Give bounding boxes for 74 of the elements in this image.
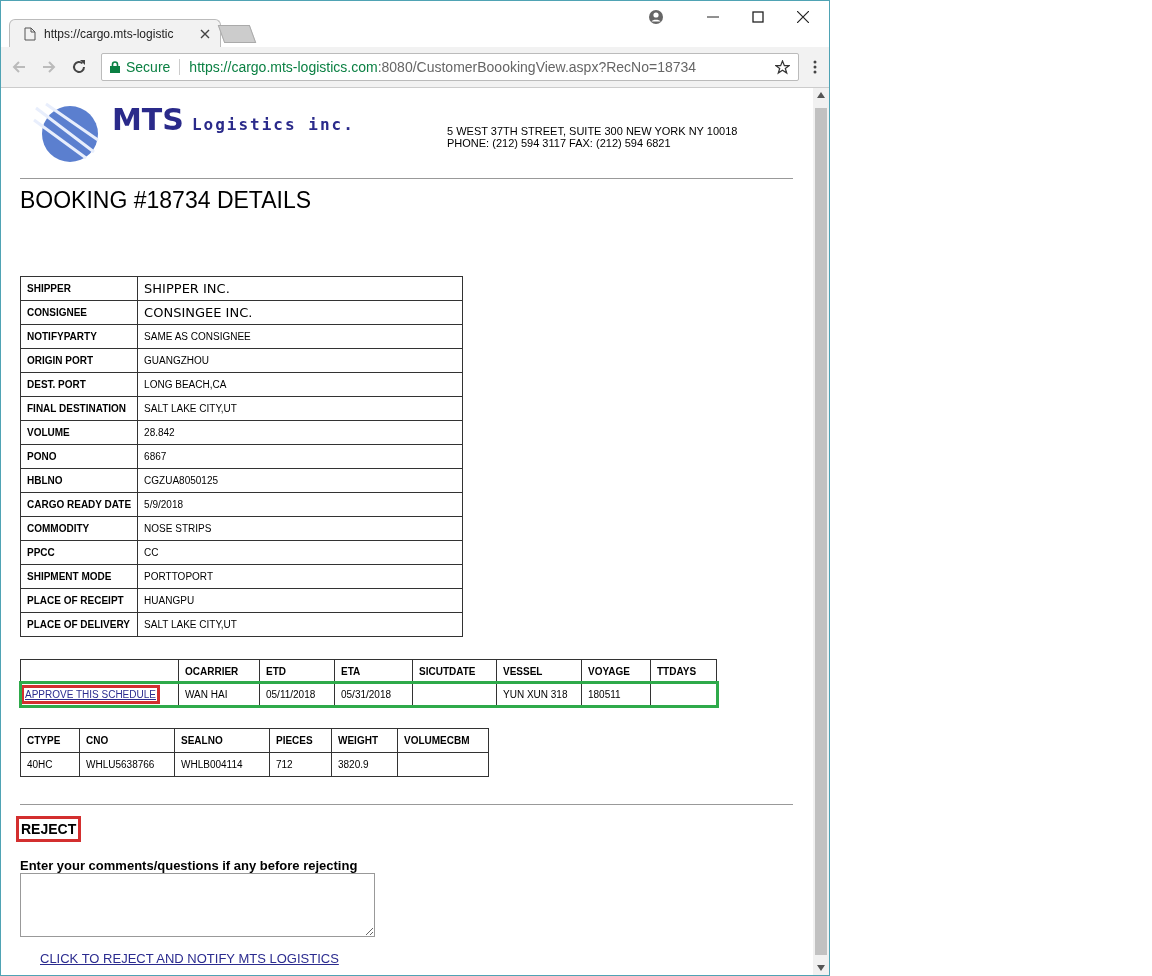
table-cell: 40HC xyxy=(20,752,80,777)
star-icon[interactable] xyxy=(775,59,790,75)
company-address: 5 WEST 37TH STREET, SUITE 300 NEW YORK NY 10018 xyxy=(447,125,738,137)
browser-tab[interactable]: https://cargo.mts-logistic xyxy=(9,19,221,47)
maximize-icon[interactable] xyxy=(752,11,764,23)
address-bar[interactable]: Secure https://cargo.mts-logistics.com:8080/CustomerBoookingView.aspx?RecNo=18734 xyxy=(101,53,799,81)
scroll-thumb[interactable] xyxy=(815,108,827,955)
page-title: BOOKING #18734 DETAILS xyxy=(20,187,313,214)
field-value: NOSE STRIPS xyxy=(137,516,463,541)
column-header: PIECES xyxy=(269,728,332,753)
field-value: CGZUA8050125 xyxy=(137,468,463,493)
column-header: ETD xyxy=(259,659,335,683)
column-header: ETA xyxy=(334,659,413,683)
scroll-down-icon[interactable] xyxy=(817,965,825,971)
field-value: 28.842 xyxy=(137,420,463,445)
close-icon[interactable] xyxy=(200,28,210,39)
column-header: OCARRIER xyxy=(178,659,260,683)
profile-icon[interactable] xyxy=(648,9,664,25)
field-value: 6867 xyxy=(137,444,463,469)
column-header: CNO xyxy=(79,728,175,753)
field-label: VOLUME xyxy=(20,420,138,445)
column-header: SEALNO xyxy=(174,728,270,753)
scrollbar[interactable] xyxy=(813,88,829,975)
field-value: GUANGZHOU xyxy=(137,348,463,373)
column-header: TTDAYS xyxy=(650,659,717,683)
field-label: PLACE OF RECEIPT xyxy=(20,588,138,613)
field-label: SHIPPER xyxy=(20,276,138,301)
field-label: CARGO READY DATE xyxy=(20,492,138,517)
logo-tagline: Logistics inc. xyxy=(191,115,355,134)
field-label: PPCC xyxy=(20,540,138,565)
column-header: VESSEL xyxy=(496,659,582,683)
field-label: PLACE OF DELIVERY xyxy=(20,612,138,637)
field-value: LONG BEACH,CA xyxy=(137,372,463,397)
field-value: SALT LAKE CITY,UT xyxy=(137,396,463,421)
field-value: CONSINGEE INC. xyxy=(137,300,463,325)
menu-icon[interactable] xyxy=(813,60,817,74)
page-icon xyxy=(24,26,36,41)
table-cell: 3820.9 xyxy=(331,752,398,777)
field-label: HBLNO xyxy=(20,468,138,493)
field-label: NOTIFYPARTY xyxy=(20,324,138,349)
column-header: CTYPE xyxy=(20,728,80,753)
column-header: VOYAGE xyxy=(581,659,651,683)
scroll-up-icon[interactable] xyxy=(817,92,825,98)
field-value: HUANGPU xyxy=(137,588,463,613)
field-label: CONSIGNEE xyxy=(20,300,138,325)
reload-icon[interactable] xyxy=(71,59,87,75)
secure-label: Secure xyxy=(126,59,171,75)
comments-label: Enter your comments/questions if any before rejecting xyxy=(20,858,359,873)
table-cell: WHLU5638766 xyxy=(79,752,175,777)
field-label: FINAL DESTINATION xyxy=(20,396,138,421)
column-header: VOLUMECBM xyxy=(397,728,489,753)
field-label: SHIPMENT MODE xyxy=(20,564,138,589)
table-cell: WHLB004114 xyxy=(174,752,270,777)
field-label: PONO xyxy=(20,444,138,469)
field-value: SALT LAKE CITY,UT xyxy=(137,612,463,637)
url-text: https://cargo.mts-logistics.com:8080/CustomerBoookingView.aspx?RecNo=18734 xyxy=(189,59,697,75)
column-header: SICUTDATE xyxy=(412,659,497,683)
field-value: SHIPPER INC. xyxy=(137,276,463,301)
field-value: CC xyxy=(137,540,463,565)
field-label: COMMODITY xyxy=(20,516,138,541)
table-cell: 712 xyxy=(269,752,332,777)
field-label: ORIGIN PORT xyxy=(20,348,138,373)
reject-notify-link[interactable]: CLICK TO REJECT AND NOTIFY MTS LOGISTICS xyxy=(40,951,339,966)
field-label: DEST. PORT xyxy=(20,372,138,397)
field-value: 5/9/2018 xyxy=(137,492,463,517)
field-value: SAME AS CONSIGNEE xyxy=(137,324,463,349)
lock-icon xyxy=(110,61,120,73)
comments-field[interactable] xyxy=(20,873,375,937)
tab-title: https://cargo.mts-logistic xyxy=(44,26,175,41)
close-window-icon[interactable] xyxy=(797,11,809,23)
logo-wordmark: MTS xyxy=(112,102,184,137)
field-value: PORTTOPORT xyxy=(137,564,463,589)
column-header: WEIGHT xyxy=(331,728,398,753)
company-phone: PHONE: (212) 594 3117 FAX: (212) 594 6821 xyxy=(447,137,672,149)
